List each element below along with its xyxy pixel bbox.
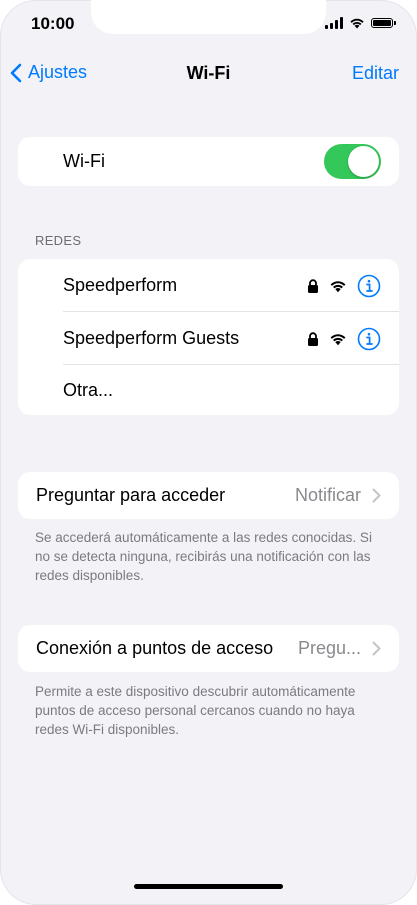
network-icons (307, 274, 381, 298)
network-icons (307, 327, 381, 351)
toggle-knob (348, 146, 379, 177)
phone-screen: 10:00 Ajustes Wi-Fi Editar Wi-Fi REDES S… (0, 0, 417, 905)
ask-to-join-label: Preguntar para acceder (36, 485, 226, 505)
battery-icon (371, 18, 396, 28)
status-time: 10:00 (31, 14, 75, 33)
info-icon[interactable] (357, 274, 381, 298)
lock-icon (308, 278, 318, 293)
wifi-toggle[interactable] (324, 144, 381, 179)
networks-header: REDES (35, 233, 82, 248)
info-icon[interactable] (357, 327, 381, 351)
wifi-signal-icon (330, 280, 346, 292)
navigation-bar: Ajustes Wi-Fi Editar (0, 60, 417, 88)
cellular-signal-icon (325, 17, 343, 29)
ask-to-join-footer: Se accederá automáticamente a las redes … (35, 530, 372, 583)
status-icons (325, 17, 396, 29)
other-network-label: Otra... (63, 379, 114, 400)
network-row[interactable]: Speedperform Guests (18, 312, 399, 365)
ask-to-join-card: Preguntar para acceder Notificar (18, 472, 399, 519)
other-network-row[interactable]: Otra... (18, 365, 399, 415)
hotspot-footer: Permite a este dispositivo descubrir aut… (35, 684, 356, 737)
ask-to-join-value: Notificar (294, 485, 361, 505)
chevron-right-icon (372, 641, 381, 656)
chevron-right-icon (372, 488, 381, 503)
home-indicator[interactable] (134, 884, 283, 889)
hotspot-card: Conexión a puntos de acceso Pregu... (18, 625, 399, 672)
wifi-label: Wi-Fi (63, 151, 105, 171)
ask-to-join-row[interactable]: Preguntar para acceder Notificar (18, 472, 399, 519)
edit-button[interactable]: Editar (352, 63, 399, 84)
hotspot-value: Pregu... (297, 638, 361, 658)
hotspot-label: Conexión a puntos de acceso (36, 638, 274, 658)
network-name: Speedperform (63, 275, 178, 295)
wifi-status-icon (350, 18, 364, 29)
hotspot-row[interactable]: Conexión a puntos de acceso Pregu... (18, 625, 399, 672)
lock-icon (308, 331, 318, 346)
wifi-toggle-row: Wi-Fi (18, 137, 399, 186)
networks-card: Speedperform Speedperform Guests Otra... (18, 259, 399, 415)
wifi-signal-icon (330, 333, 346, 345)
network-row[interactable]: Speedperform (18, 259, 399, 312)
notch (91, 0, 326, 34)
network-name: Speedperform Guests (63, 328, 240, 348)
wifi-toggle-card: Wi-Fi (18, 137, 399, 186)
